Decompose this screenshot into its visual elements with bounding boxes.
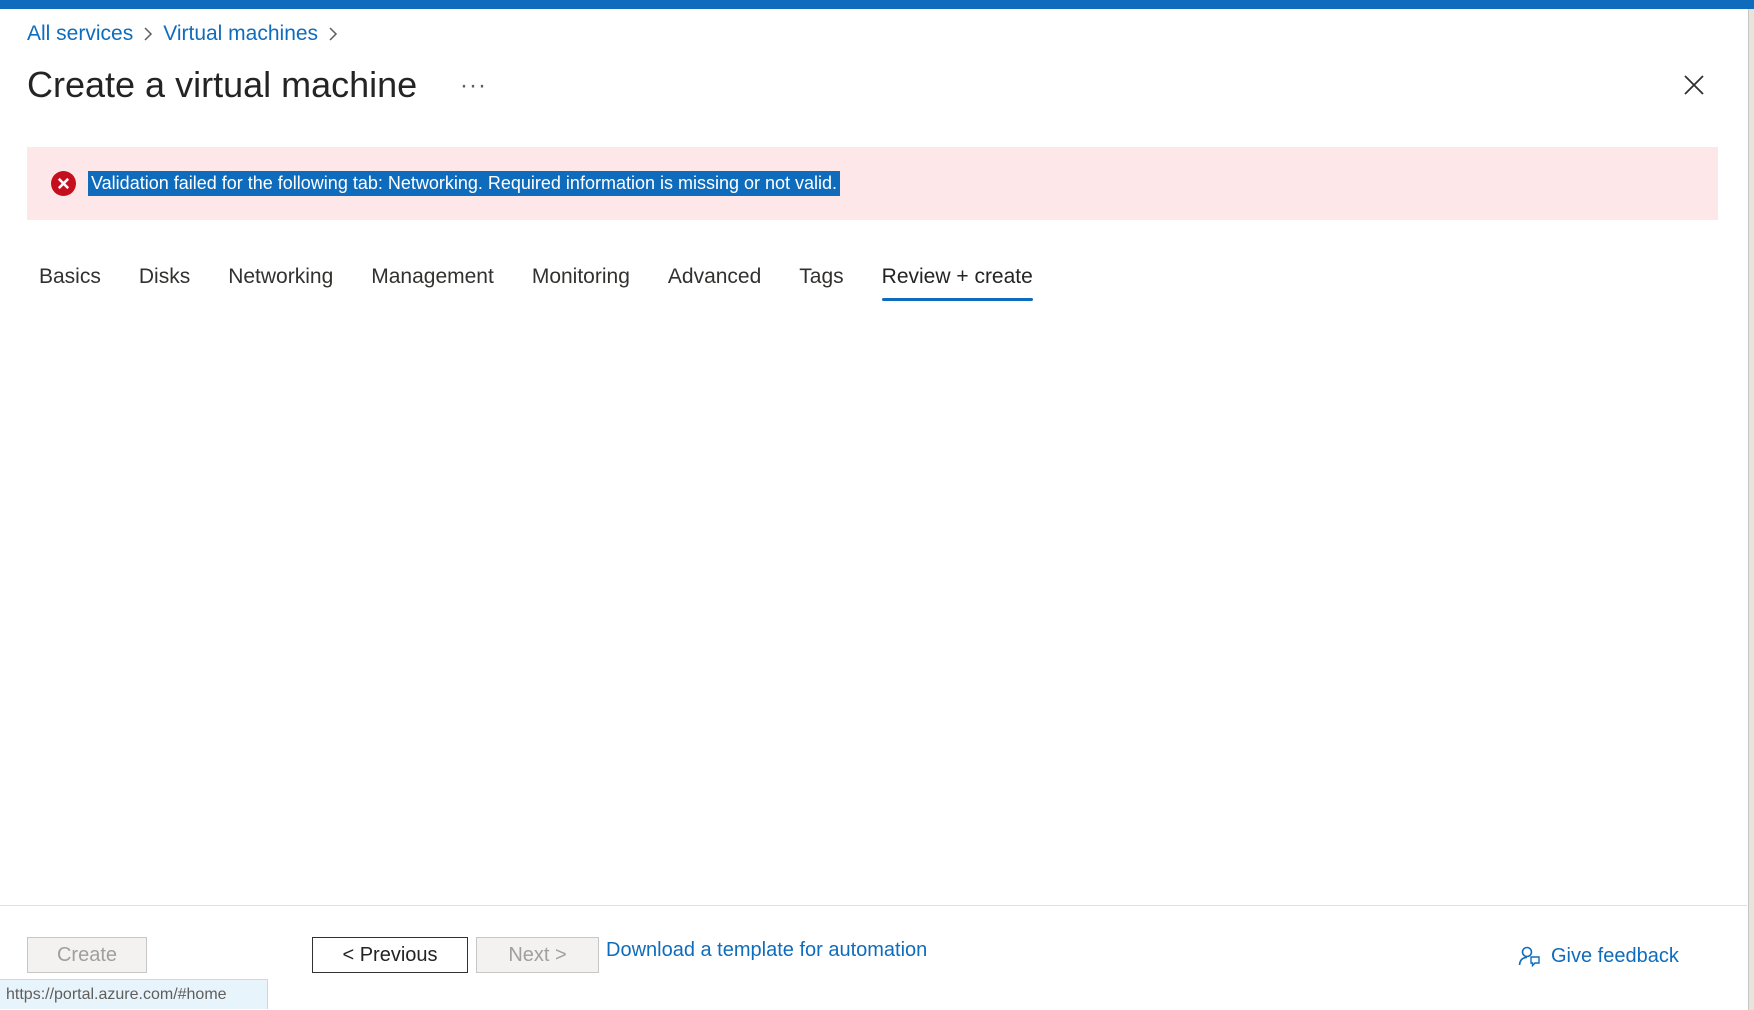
give-feedback-button[interactable]: Give feedback [1517, 944, 1679, 968]
tab-management[interactable]: Management [371, 265, 494, 301]
breadcrumb-all-services[interactable]: All services [27, 22, 133, 46]
wizard-tabs: Basics Disks Networking Management Monit… [39, 265, 1071, 301]
tab-monitoring[interactable]: Monitoring [532, 265, 630, 301]
status-bar-url: https://portal.azure.com/#home [0, 979, 268, 1009]
close-button[interactable] [1682, 73, 1706, 97]
breadcrumb-virtual-machines[interactable]: Virtual machines [163, 22, 318, 46]
chevron-right-icon [133, 26, 163, 42]
validation-error-message: Validation failed for the following tab:… [88, 171, 841, 196]
chevron-right-icon [318, 26, 348, 42]
more-options-button[interactable]: ··· [460, 72, 487, 100]
footer-divider [0, 905, 1747, 906]
breadcrumb: All services Virtual machines [27, 22, 348, 46]
tab-disks[interactable]: Disks [139, 265, 190, 301]
tab-networking[interactable]: Networking [228, 265, 333, 301]
give-feedback-label: Give feedback [1551, 944, 1679, 967]
previous-button[interactable]: < Previous [312, 937, 468, 973]
page-title: Create a virtual machine [27, 64, 418, 105]
portal-top-bar [0, 0, 1754, 9]
create-button[interactable]: Create [27, 937, 147, 973]
feedback-person-icon [1518, 946, 1540, 968]
next-button[interactable]: Next > [476, 937, 599, 973]
window-right-edge [1748, 9, 1754, 1010]
tab-advanced[interactable]: Advanced [668, 265, 761, 301]
tab-review-create[interactable]: Review + create [881, 265, 1033, 301]
tab-tags[interactable]: Tags [799, 265, 843, 301]
tab-basics[interactable]: Basics [39, 265, 101, 301]
download-template-link[interactable]: Download a template for automation [606, 939, 927, 962]
close-icon [1684, 75, 1704, 95]
error-icon [51, 171, 76, 196]
validation-error-banner: Validation failed for the following tab:… [27, 147, 1718, 220]
